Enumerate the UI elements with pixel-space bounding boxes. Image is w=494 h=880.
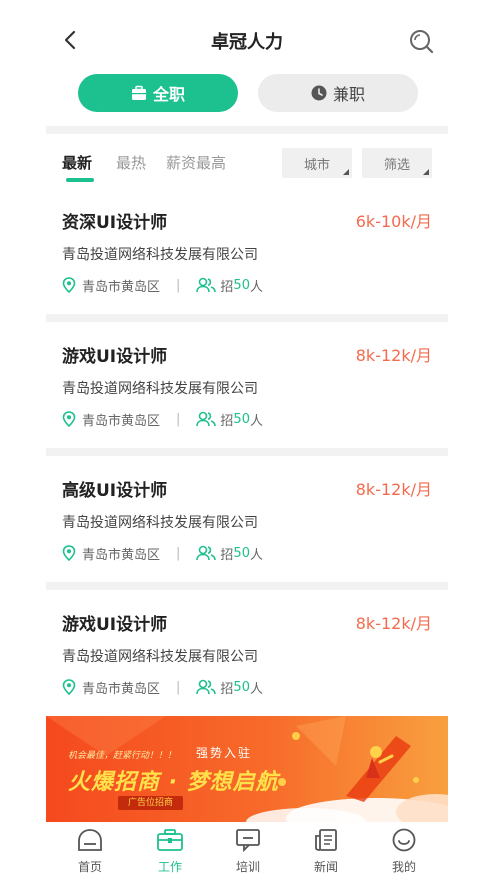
job-salary: 6k-10k/月 xyxy=(355,212,432,231)
location-pin-icon xyxy=(62,545,76,561)
job-salary: 8k-12k/月 xyxy=(355,346,432,365)
job-card[interactable]: 资深UI设计师 6k-10k/月 青岛投道网络科技发展有限公司 青岛市黄岛区 |… xyxy=(46,202,448,330)
recruit-suffix: 人 xyxy=(249,279,263,295)
meta-separator: | xyxy=(176,679,181,695)
clock-icon xyxy=(311,85,327,101)
tab-highest-salary[interactable]: 薪资最高 xyxy=(166,152,226,173)
job-title: 游戏UI设计师 xyxy=(62,615,168,635)
city-filter[interactable]: 城市 xyxy=(282,148,352,178)
job-title: 资深UI设计师 xyxy=(62,213,168,233)
people-icon xyxy=(196,679,217,695)
job-card[interactable]: 游戏UI设计师 8k-12k/月 青岛投道网络科技发展有限公司 青岛市黄岛区 |… xyxy=(46,604,448,732)
job-meta: 青岛市黄岛区 | 招 50 人 xyxy=(62,274,263,296)
job-location: 青岛市黄岛区 xyxy=(82,681,161,697)
tab-hottest[interactable]: 最热 xyxy=(116,152,146,173)
recruit-suffix: 人 xyxy=(249,413,263,429)
job-title: 高级UI设计师 xyxy=(62,481,168,501)
briefcase-icon xyxy=(157,829,183,851)
recruit-count: 50 xyxy=(233,411,250,427)
job-title: 游戏UI设计师 xyxy=(62,347,168,367)
divider xyxy=(46,126,448,134)
corner-triangle-icon xyxy=(423,169,429,175)
divider xyxy=(46,314,448,322)
job-salary: 8k-12k/月 xyxy=(355,614,432,633)
tab-training-label: 培训 xyxy=(235,860,260,874)
job-meta: 青岛市黄岛区 | 招 50 人 xyxy=(62,676,263,698)
tab-newest[interactable]: 最新 xyxy=(62,152,92,173)
job-location: 青岛市黄岛区 xyxy=(82,547,161,563)
news-icon xyxy=(315,829,337,851)
tab-work[interactable]: 工作 xyxy=(140,828,200,875)
recruit-prefix: 招 xyxy=(220,547,234,563)
job-salary: 8k-12k/月 xyxy=(355,480,432,499)
meta-separator: | xyxy=(176,411,181,427)
job-meta: 青岛市黄岛区 | 招 50 人 xyxy=(62,542,263,564)
recruit-prefix: 招 xyxy=(220,681,234,697)
briefcase-icon xyxy=(131,85,146,100)
city-filter-label: 城市 xyxy=(303,157,330,173)
tab-home[interactable]: 首页 xyxy=(60,828,120,875)
job-card[interactable]: 高级UI设计师 8k-12k/月 青岛投道网络科技发展有限公司 青岛市黄岛区 |… xyxy=(46,470,448,598)
chat-icon xyxy=(236,829,260,853)
job-meta: 青岛市黄岛区 | 招 50 人 xyxy=(62,408,263,430)
tab-work-label: 工作 xyxy=(157,860,182,874)
home-icon xyxy=(78,829,102,851)
recruit-suffix: 人 xyxy=(249,547,263,563)
part-time-toggle[interactable]: 兼职 xyxy=(258,74,418,112)
job-company: 青岛投道网络科技发展有限公司 xyxy=(62,515,258,531)
bottom-tab-bar: 首页 工作 培训 新闻 我的 xyxy=(46,822,448,880)
meta-separator: | xyxy=(176,545,181,561)
tab-mine-label: 我的 xyxy=(391,860,416,874)
job-location: 青岛市黄岛区 xyxy=(82,413,161,429)
recruit-prefix: 招 xyxy=(220,279,234,295)
nav-bar: 卓冠人力 xyxy=(0,0,494,72)
job-company: 青岛投道网络科技发展有限公司 xyxy=(62,247,258,263)
tab-news[interactable]: 新闻 xyxy=(296,828,356,875)
location-pin-icon xyxy=(62,679,76,695)
tab-home-label: 首页 xyxy=(77,860,102,874)
recruit-count: 50 xyxy=(233,679,250,695)
people-icon xyxy=(196,277,217,293)
recruit-suffix: 人 xyxy=(249,681,263,697)
corner-triangle-icon xyxy=(343,169,349,175)
banner-badge: 广告位招商 xyxy=(118,796,184,810)
job-company: 青岛投道网络科技发展有限公司 xyxy=(62,381,258,397)
job-company: 青岛投道网络科技发展有限公司 xyxy=(62,649,258,665)
people-icon xyxy=(196,545,217,561)
people-icon xyxy=(196,411,217,427)
meta-separator: | xyxy=(176,277,181,293)
recruit-count: 50 xyxy=(233,277,250,293)
part-time-label: 兼职 xyxy=(332,85,365,104)
location-pin-icon xyxy=(62,277,76,293)
divider xyxy=(46,582,448,590)
full-time-label: 全职 xyxy=(152,85,185,104)
ad-banner[interactable]: 机会最佳，赶紧行动！！！ 强势入驻 火爆招商 · 梦想启航 广告位招商 xyxy=(46,716,448,822)
location-pin-icon xyxy=(62,411,76,427)
filter-button[interactable]: 筛选 xyxy=(362,148,432,178)
recruit-prefix: 招 xyxy=(220,413,234,429)
banner-headline: 火爆招商 · 梦想启航 xyxy=(68,770,279,795)
job-location: 青岛市黄岛区 xyxy=(82,279,161,295)
job-card[interactable]: 游戏UI设计师 8k-12k/月 青岛投道网络科技发展有限公司 青岛市黄岛区 |… xyxy=(46,336,448,464)
filter-label: 筛选 xyxy=(383,157,410,173)
smile-icon xyxy=(392,828,416,852)
search-icon xyxy=(410,30,434,54)
tab-training[interactable]: 培训 xyxy=(218,828,278,875)
search-button[interactable] xyxy=(408,28,434,54)
divider xyxy=(46,448,448,456)
banner-tagline: 机会最佳，赶紧行动！！！ xyxy=(68,751,177,761)
recruit-count: 50 xyxy=(233,545,250,561)
tab-mine[interactable]: 我的 xyxy=(374,828,434,875)
banner-subheadline: 强势入驻 xyxy=(196,746,253,760)
active-tab-indicator xyxy=(66,178,94,182)
tab-news-label: 新闻 xyxy=(313,860,338,874)
full-time-toggle[interactable]: 全职 xyxy=(78,74,238,112)
